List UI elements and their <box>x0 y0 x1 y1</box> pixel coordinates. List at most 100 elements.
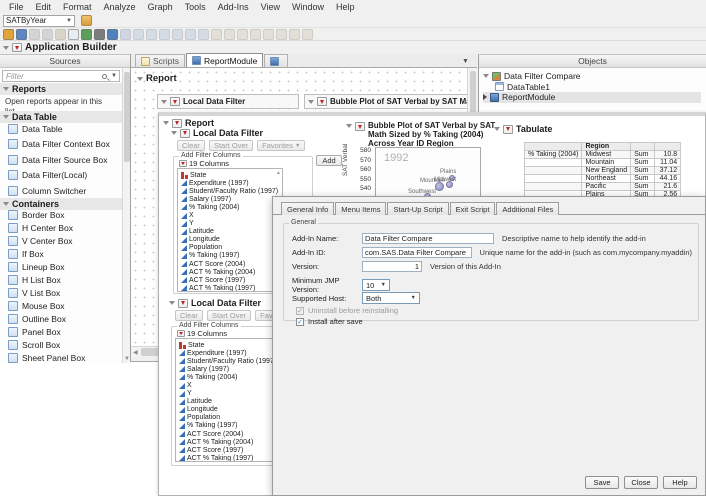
clear-button[interactable]: Clear <box>175 310 203 321</box>
tabulate-row[interactable]: Pacific Sum 21.6 <box>525 183 681 191</box>
source-item[interactable]: H Center Box <box>8 221 85 234</box>
filter-column-item[interactable]: Latitude <box>176 398 280 406</box>
menu-item[interactable]: Format <box>57 1 98 13</box>
bubble-plot-outline[interactable]: Bubble Plot of SAT Verbal by SAT Math Si… <box>346 121 498 149</box>
red-triangle-menu-icon[interactable] <box>180 129 190 138</box>
filter-column-item[interactable]: Expenditure (1997) <box>178 179 282 187</box>
module-tab[interactable]: Scripts <box>135 54 185 67</box>
red-triangle-menu-icon[interactable] <box>177 330 185 337</box>
filter-column-item[interactable]: ACT % Taking (1997) <box>176 454 280 462</box>
supported-host-dropdown[interactable]: Both ▼ <box>362 292 420 304</box>
local-data-filter-outline[interactable]: Local Data Filter <box>171 128 263 138</box>
list-box-tool-icon[interactable] <box>237 29 248 40</box>
filter-column-item[interactable]: State <box>176 341 280 349</box>
tools-icon[interactable] <box>94 29 105 40</box>
filter-column-item[interactable]: ACT Score (1997) <box>176 446 280 454</box>
source-item[interactable]: Mouse Box <box>8 299 85 312</box>
filter-column-item[interactable]: X <box>176 381 280 389</box>
script-combo[interactable]: SATByYear ▼ <box>3 15 75 27</box>
module-tab[interactable] <box>264 54 288 67</box>
install-checkbox[interactable]: ✓ <box>296 318 304 326</box>
source-item[interactable]: Panel Box <box>8 325 85 338</box>
menu-item[interactable]: Edit <box>30 1 58 13</box>
paste-icon[interactable] <box>55 29 66 40</box>
filter-column-item[interactable]: Salary (1997) <box>178 195 282 203</box>
save-icon[interactable] <box>16 29 27 40</box>
columns-outline[interactable]: 19 Columns <box>179 159 229 168</box>
red-triangle-menu-icon[interactable] <box>317 97 327 106</box>
copy-icon[interactable] <box>42 29 53 40</box>
text-box-tool-icon[interactable] <box>289 29 300 40</box>
lineup-box-tool-icon[interactable] <box>250 29 261 40</box>
filter-column-item[interactable]: ACT % Taking (1997) <box>178 284 282 292</box>
filter-columns-list-2[interactable]: State Expenditure (1997) Student/Faculty… <box>175 338 281 462</box>
new-window-icon[interactable] <box>107 29 118 40</box>
distribution-icon[interactable] <box>133 29 144 40</box>
cut-icon[interactable] <box>29 29 40 40</box>
source-item[interactable]: Sheet Panel Box <box>8 351 85 364</box>
red-triangle-menu-icon[interactable] <box>503 125 513 134</box>
source-item[interactable]: H List Box <box>8 273 85 286</box>
source-item[interactable]: If Box <box>8 247 85 260</box>
red-triangle-menu-icon[interactable] <box>355 122 365 131</box>
run-script-icon[interactable] <box>81 15 92 26</box>
dialog-tab[interactable]: Menu Items <box>335 202 386 215</box>
scroll-left-icon[interactable]: ◀ <box>133 349 138 356</box>
filter-column-item[interactable]: Y <box>176 390 280 398</box>
tree-item-datatable1[interactable]: DataTable1 <box>483 82 701 93</box>
red-triangle-menu-icon[interactable] <box>172 119 182 128</box>
open-icon[interactable] <box>3 29 14 40</box>
dialog-button[interactable]: Save <box>585 476 619 489</box>
dialog-tab[interactable]: Additional Files <box>496 202 559 215</box>
source-item[interactable]: Data Filter(Local) <box>8 168 110 184</box>
start-over-button[interactable]: Start Over <box>207 310 251 321</box>
new-data-table-icon[interactable] <box>81 29 92 40</box>
tabulate-row[interactable]: % Taking (2004) Midwest Sum 10.8 <box>525 151 681 159</box>
source-item[interactable]: Data Table <box>8 121 110 137</box>
dialog-tab[interactable]: Start-Up Script <box>387 202 448 215</box>
uninstall-checkbox[interactable]: ✓ <box>296 307 304 315</box>
min-jmp-version-dropdown[interactable]: 10 ▼ <box>362 279 390 291</box>
red-triangle-menu-icon[interactable] <box>12 43 22 52</box>
tree-item-data-filter-compare[interactable]: Data Filter Compare <box>483 71 701 82</box>
menu-item[interactable]: Help <box>330 1 361 13</box>
start-over-button[interactable]: Start Over <box>209 140 253 151</box>
menu-item[interactable]: Analyze <box>98 1 142 13</box>
dialog-button[interactable]: Help <box>663 476 697 489</box>
menu-item[interactable]: Graph <box>142 1 179 13</box>
red-triangle-menu-icon[interactable] <box>170 97 180 106</box>
filter-column-item[interactable]: Latitude <box>178 228 282 236</box>
filter-column-item[interactable]: State <box>178 171 282 179</box>
field-input[interactable] <box>362 261 422 272</box>
outline-box-tool-icon[interactable] <box>263 29 274 40</box>
tabulate-row[interactable]: Northeast Sum 44.16 <box>525 175 681 183</box>
sources-scrollbar[interactable]: ▼ <box>122 68 130 363</box>
filter-column-item[interactable]: Longitude <box>178 236 282 244</box>
design-outline-local-data-filter[interactable]: Local Data Filter <box>157 94 299 109</box>
scroll-up-icon[interactable]: ▲ <box>276 170 281 176</box>
layout-icon[interactable] <box>120 29 131 40</box>
section-reports[interactable]: Reports <box>0 83 122 95</box>
filter-column-item[interactable]: ACT Score (2004) <box>176 430 280 438</box>
clear-button[interactable]: Clear <box>177 140 205 151</box>
button-box-tool-icon[interactable] <box>302 29 313 40</box>
filter-column-item[interactable]: % Taking (2004) <box>176 373 280 381</box>
filter-column-item[interactable]: Y <box>178 220 282 228</box>
filter-options-icon[interactable]: ▼ <box>111 73 119 79</box>
source-item[interactable]: V List Box <box>8 286 85 299</box>
tabulate-row[interactable]: Mountain Sum 11.04 <box>525 159 681 167</box>
source-item[interactable]: Scroll Box <box>8 338 85 351</box>
filter-column-item[interactable]: Student/Faculty Ratio (1997) <box>176 357 280 365</box>
module-tab[interactable]: ReportModule <box>186 53 263 67</box>
tree-item-reportmodule[interactable]: ReportModule <box>483 92 701 103</box>
source-item[interactable]: Lineup Box <box>8 260 85 273</box>
filter-column-item[interactable]: Longitude <box>176 406 280 414</box>
add-button[interactable]: Add <box>316 155 342 166</box>
panel-box-tool-icon[interactable] <box>224 29 235 40</box>
fit-model-icon[interactable] <box>172 29 183 40</box>
filter-column-item[interactable]: Population <box>176 414 280 422</box>
favorites-button[interactable]: Favorites▼ <box>257 140 305 151</box>
dialog-tab[interactable]: General Info <box>281 202 334 215</box>
filter-columns-list[interactable]: ▲ State Expenditure (1997) Student/Facul… <box>177 168 283 292</box>
expanded-icon[interactable] <box>483 74 489 78</box>
